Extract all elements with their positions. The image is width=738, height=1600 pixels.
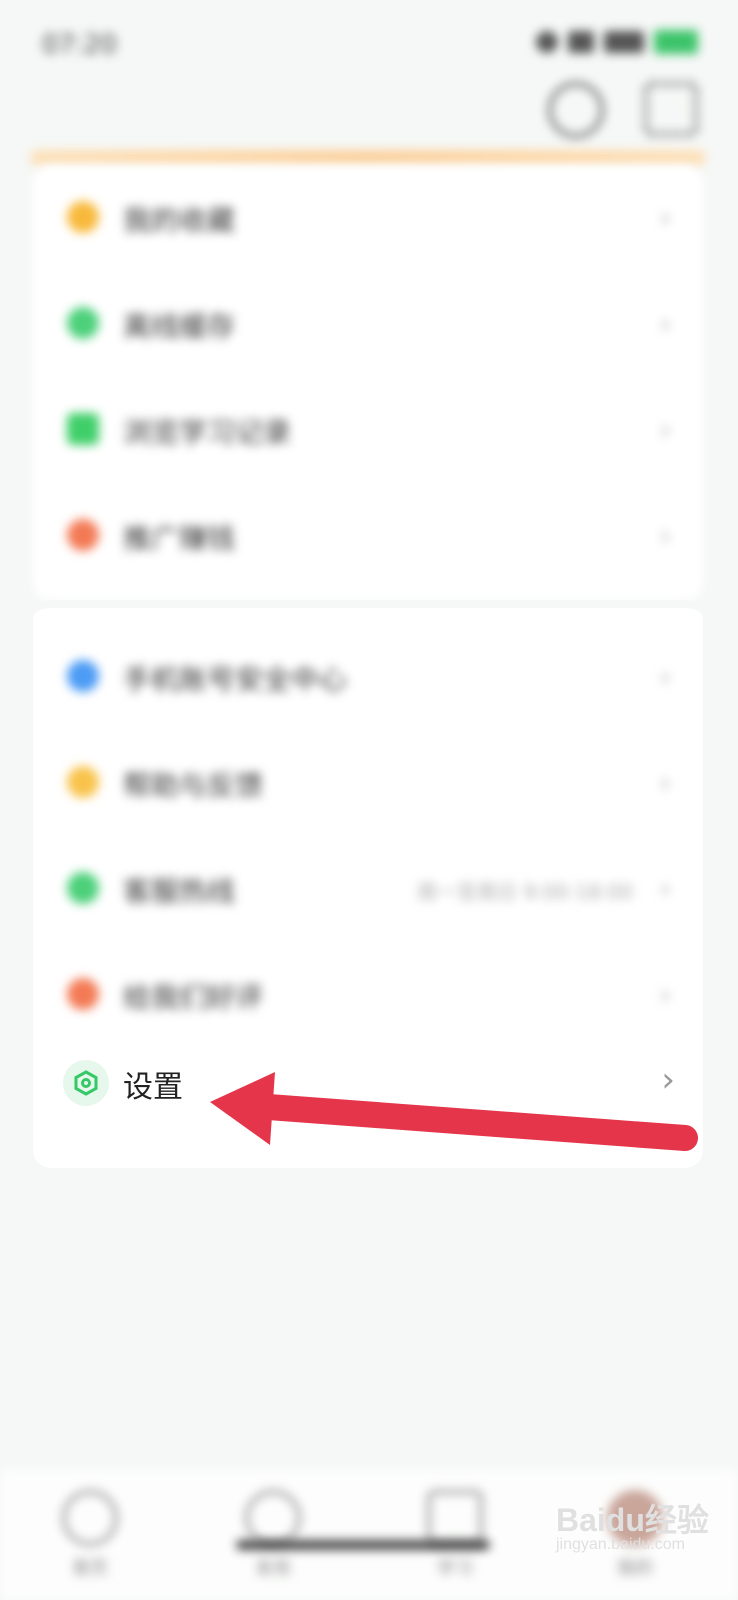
nav-label: 首页 <box>72 1558 108 1579</box>
nav-label: 我的 <box>617 1558 653 1579</box>
book-icon <box>427 1490 483 1546</box>
discover-icon <box>245 1490 301 1546</box>
nav-label: 学习 <box>437 1558 473 1579</box>
watermark-logo: Baidu经验 <box>556 1502 709 1538</box>
nav-discover[interactable]: 发现 <box>238 1490 308 1580</box>
nav-home[interactable]: 首页 <box>55 1490 125 1580</box>
home-indicator <box>236 1540 490 1550</box>
watermark-url: jingyan.baidu.com <box>556 1536 685 1553</box>
home-icon <box>62 1490 118 1546</box>
nav-label: 发现 <box>255 1558 291 1579</box>
annotation-arrow <box>210 1072 698 1151</box>
nav-study[interactable]: 学习 <box>420 1490 490 1580</box>
